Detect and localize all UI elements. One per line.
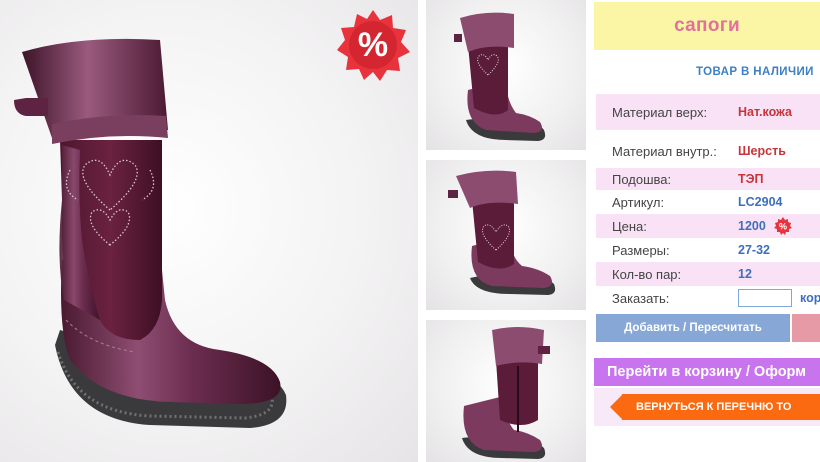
- order-label: Заказать:: [612, 290, 670, 306]
- price-value: 1200: [738, 219, 766, 233]
- order-quantity-input[interactable]: [738, 289, 792, 307]
- spec-value: 12: [738, 267, 752, 281]
- spec-label: Материал внутр.:: [612, 143, 717, 159]
- back-to-list-area: ВЕРНУТЬСЯ К ПЕРЕЧНЮ ТО: [594, 388, 820, 426]
- sale-badge-label: %: [357, 25, 389, 64]
- spec-label: Цена:: [612, 218, 647, 234]
- spec-row-upper-material: Материал верх: Нат.кожа: [596, 94, 820, 130]
- thumbnail-2[interactable]: [426, 160, 586, 310]
- boot-thumbnail-inner: [462, 327, 550, 459]
- main-product-image[interactable]: %: [0, 0, 418, 462]
- spec-row-pairs: Кол-во пар: 12: [596, 262, 820, 286]
- thumbnail-1[interactable]: [426, 0, 586, 150]
- svg-text:%: %: [779, 222, 787, 232]
- spec-label: Материал верх:: [612, 104, 708, 120]
- spec-row-lining: Материал внутр.: Шерсть: [596, 136, 820, 166]
- spec-row-article: Артикул: LC2904: [596, 190, 820, 214]
- stock-status: ТОВАР В НАЛИЧИИ: [696, 66, 814, 78]
- boot-thumbnail-front: [454, 12, 546, 141]
- back-to-list-button[interactable]: ВЕРНУТЬСЯ К ПЕРЕЧНЮ ТО: [622, 394, 820, 420]
- spec-label: Кол-во пар:: [612, 266, 682, 282]
- spec-row-order: Заказать: кор: [596, 286, 820, 310]
- product-title: сапоги: [594, 2, 820, 50]
- spec-value: LC2904: [738, 195, 783, 209]
- spec-value: 27-32: [738, 243, 770, 257]
- spec-value: Шерсть: [738, 144, 786, 158]
- spec-value: ТЭП: [738, 172, 764, 186]
- spec-label: Артикул:: [612, 194, 665, 210]
- spec-value: Нат.кожа: [738, 105, 793, 119]
- spec-label: Размеры:: [612, 242, 670, 258]
- spec-row-sizes: Размеры: 27-32: [596, 238, 820, 262]
- boot-thumbnail-side: [448, 170, 556, 295]
- sale-badge: %: [336, 8, 410, 82]
- spec-label: Подошва:: [612, 171, 672, 187]
- add-recalculate-button[interactable]: Добавить / Пересчитать: [596, 314, 790, 342]
- order-unit: кор: [800, 291, 820, 305]
- spec-row-price: Цена: 1200 %: [596, 214, 820, 238]
- spec-row-sole: Подошва: ТЭП: [596, 168, 820, 190]
- thumbnail-3[interactable]: [426, 320, 586, 462]
- percent-badge-icon: %: [773, 217, 792, 235]
- go-to-cart-button[interactable]: Перейти в корзину / Оформ: [594, 358, 820, 386]
- secondary-button[interactable]: [792, 314, 820, 342]
